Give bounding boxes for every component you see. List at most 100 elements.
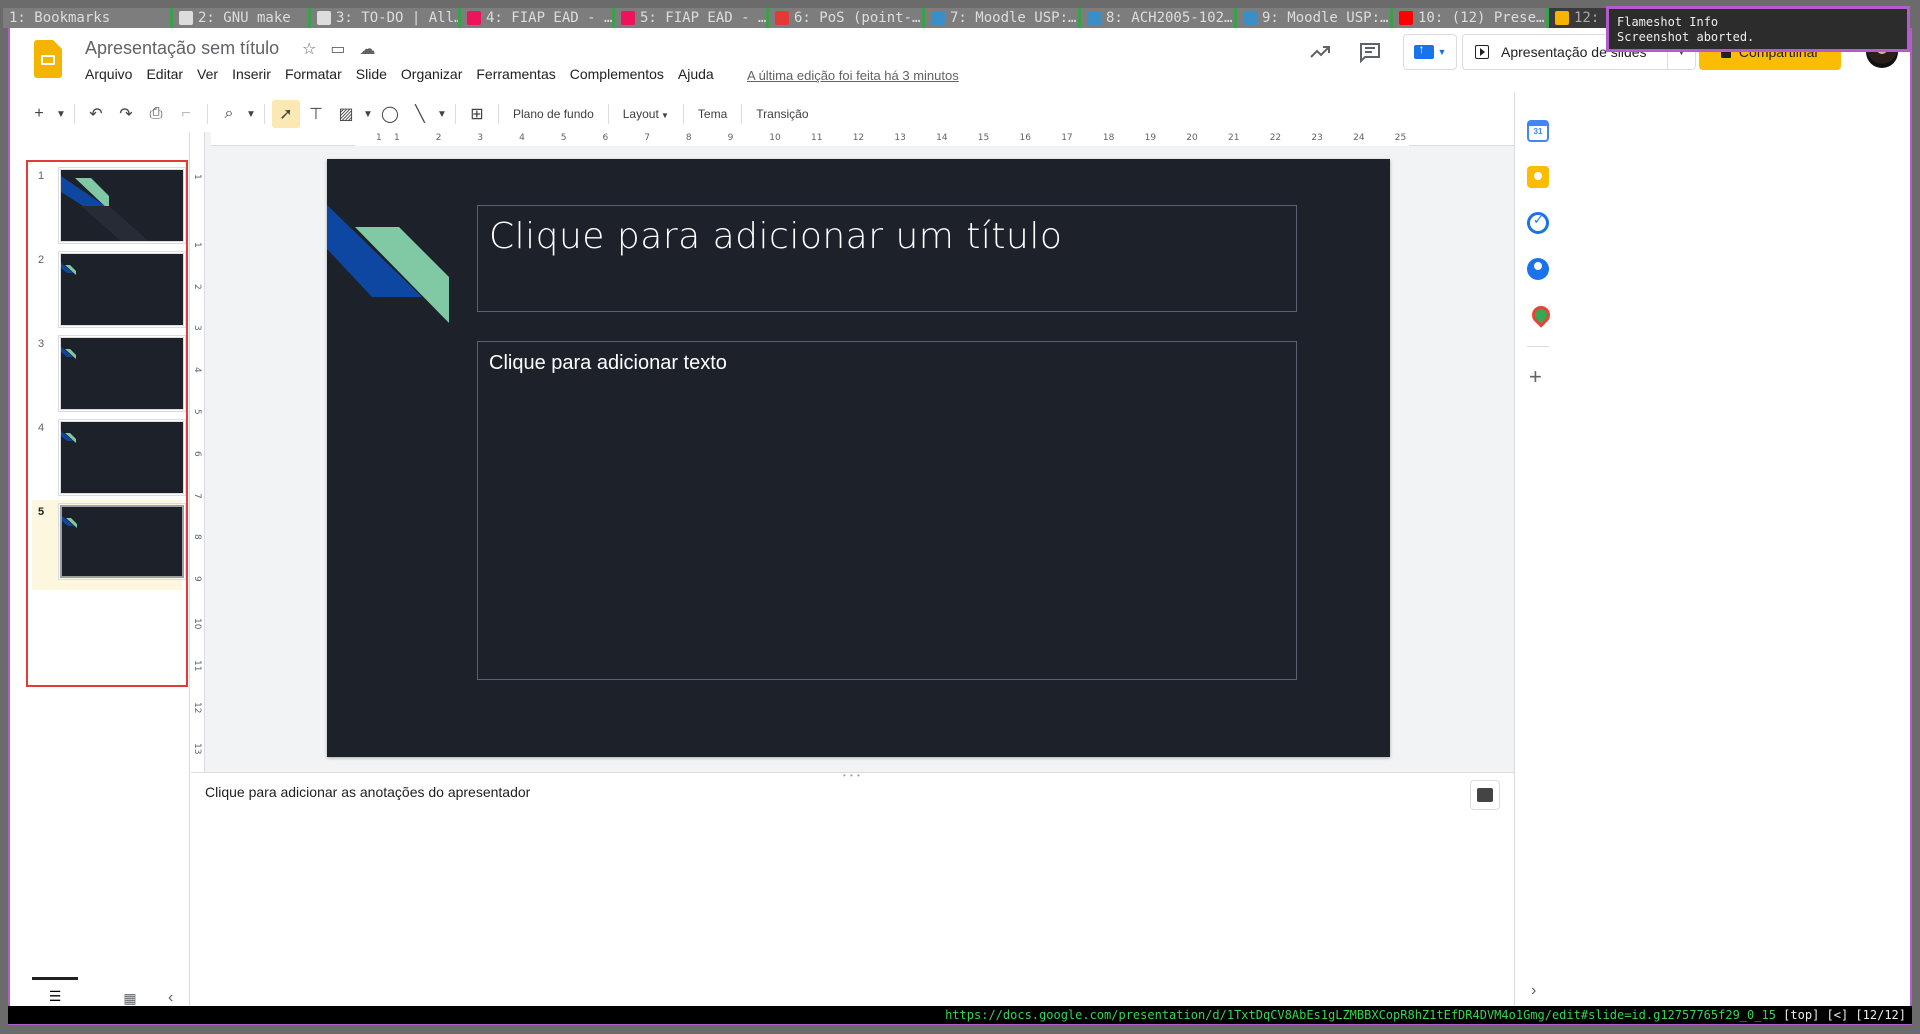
wm-tab[interactable]: 8: ACH2005-102… bbox=[1078, 8, 1234, 28]
maps-icon[interactable] bbox=[1527, 304, 1549, 326]
add-addon-icon[interactable]: + bbox=[1529, 364, 1542, 390]
move-folder-icon[interactable]: ▭ bbox=[330, 39, 345, 59]
menu-arquivo[interactable]: Arquivo bbox=[85, 66, 139, 82]
ruler-tick-label: 9 bbox=[727, 133, 734, 143]
ruler-tick-label: 1 bbox=[192, 174, 202, 180]
background-button[interactable]: Plano de fundo bbox=[505, 107, 602, 121]
paint-format-icon[interactable]: ⌐ bbox=[172, 100, 200, 128]
ruler-tick-label: 20 bbox=[1186, 133, 1198, 143]
thumbnail-accent bbox=[61, 176, 149, 241]
transition-button[interactable]: Transição bbox=[748, 107, 816, 121]
wm-tab[interactable]: 6: PoS (point-… bbox=[766, 8, 922, 28]
wm-tab[interactable]: 7: Moodle USP:… bbox=[922, 8, 1078, 28]
flameshot-message: Screenshot aborted. bbox=[1617, 30, 1755, 44]
menu-ferramentas[interactable]: Ferramentas bbox=[469, 66, 562, 82]
wm-tab[interactable]: 3: TO-DO | All… bbox=[308, 8, 458, 28]
menu-editar[interactable]: Editar bbox=[139, 66, 190, 82]
title-placeholder-box[interactable]: Clique para adicionar um título bbox=[477, 205, 1297, 312]
menu-ver[interactable]: Ver bbox=[190, 66, 225, 82]
cloud-status-icon[interactable]: ☁ bbox=[359, 39, 375, 59]
ruler-tick-label: 7 bbox=[192, 492, 202, 499]
vertical-ruler[interactable]: 11234567891011121314 bbox=[191, 132, 205, 797]
menu-slide[interactable]: Slide bbox=[349, 66, 394, 82]
theme-button[interactable]: Tema bbox=[690, 107, 735, 121]
ruler-tick-label: 8 bbox=[685, 133, 692, 143]
ruler-tick-label: 24 bbox=[1353, 133, 1365, 143]
present-to-meeting-button[interactable]: ▼ bbox=[1403, 34, 1457, 70]
ruler-tick-label: 18 bbox=[1102, 133, 1115, 143]
ruler-tick-label: 11 bbox=[811, 133, 823, 143]
calendar-icon[interactable]: 31 bbox=[1527, 120, 1549, 142]
ruler-tick-label: 14 bbox=[936, 133, 948, 143]
wm-tab-label: 7: Moodle USP:… bbox=[950, 10, 1077, 26]
toolbar-divider bbox=[264, 104, 265, 124]
zoom-dropdown-icon[interactable]: ▼ bbox=[245, 100, 257, 128]
print-icon[interactable]: ⎙ bbox=[142, 100, 170, 128]
line-dropdown-icon[interactable]: ▼ bbox=[436, 100, 448, 128]
wm-tab[interactable]: 10: (12) Prese… bbox=[1390, 8, 1546, 28]
document-title[interactable]: Apresentação sem título bbox=[85, 38, 279, 59]
menu-inserir[interactable]: Inserir bbox=[225, 66, 278, 82]
chevron-right-icon[interactable]: › bbox=[1531, 982, 1536, 1000]
tab-favicon-icon bbox=[931, 11, 945, 25]
text-box-icon[interactable]: ⊤ bbox=[302, 100, 330, 128]
toolbar-divider bbox=[682, 104, 684, 124]
comment-history-icon[interactable] bbox=[1358, 40, 1382, 64]
wm-tab[interactable]: 9: Moodle USP:… bbox=[1234, 8, 1390, 28]
slide-thumbnail[interactable]: 2 bbox=[32, 248, 186, 338]
slide-filmstrip: 12345 ☰ ▦ ‹ bbox=[10, 132, 190, 1023]
keep-icon[interactable] bbox=[1527, 166, 1549, 188]
horizontal-ruler[interactable]: 1 1 2 3 4 5 6 7 8 9 10 11 12 13 14 15 16 17 18 19 20 21 22 23 24… bbox=[211, 132, 1514, 146]
current-slide[interactable]: Clique para adicionar um título Clique p… bbox=[327, 159, 1390, 757]
notes-placeholder: Clique para adicionar as anotações do ap… bbox=[205, 784, 531, 800]
explore-button[interactable] bbox=[1470, 780, 1500, 810]
star-icon[interactable]: ☆ bbox=[302, 39, 316, 59]
ruler-tick-label: 3 bbox=[477, 133, 484, 143]
menu-organizar[interactable]: Organizar bbox=[394, 66, 469, 82]
ruler-tick-label: 12 bbox=[852, 133, 865, 143]
line-icon[interactable]: ╲ bbox=[406, 100, 434, 128]
tab-favicon-icon bbox=[1243, 11, 1257, 25]
redo-icon[interactable]: ↷ bbox=[112, 100, 140, 128]
layout-button[interactable]: Layout ▼ bbox=[615, 107, 677, 121]
contacts-icon[interactable] bbox=[1527, 258, 1549, 280]
last-edit-link[interactable]: A última edição foi feita há 3 minutos bbox=[747, 68, 959, 83]
menu-complementos[interactable]: Complementos bbox=[563, 66, 671, 82]
slide-number: 3 bbox=[38, 338, 45, 350]
new-slide-dropdown-icon[interactable]: ▼ bbox=[55, 100, 67, 128]
thumbnail-preview bbox=[58, 335, 186, 412]
add-comment-icon[interactable]: ⊞ bbox=[463, 100, 491, 128]
ruler-tick-label: 7 bbox=[644, 133, 650, 143]
slide-thumbnail[interactable]: 5 bbox=[32, 500, 186, 590]
activity-trend-icon[interactable] bbox=[1308, 40, 1332, 64]
undo-icon[interactable]: ↶ bbox=[82, 100, 110, 128]
slide-thumbnail[interactable]: 3 bbox=[32, 332, 186, 422]
wm-tab[interactable]: 4: FIAP EAD - … bbox=[458, 8, 612, 28]
image-icon[interactable]: ▨ bbox=[332, 100, 360, 128]
tasks-icon[interactable] bbox=[1527, 212, 1549, 234]
thumbnail-preview bbox=[58, 503, 186, 580]
ruler-tick-label: 25 bbox=[1394, 133, 1407, 143]
wm-tab[interactable]: 2: GNU make bbox=[170, 8, 308, 28]
play-slideshow-icon bbox=[1475, 45, 1489, 59]
ruler-tick-label: 8 bbox=[192, 534, 202, 541]
body-placeholder-box[interactable]: Clique para adicionar texto bbox=[477, 341, 1297, 680]
ruler-tick-label: 2 bbox=[192, 283, 202, 290]
present-upload-icon bbox=[1413, 42, 1434, 59]
slide-thumbnail[interactable]: 1 bbox=[32, 164, 186, 254]
slide-thumbnail[interactable]: 4 bbox=[32, 416, 186, 506]
body-placeholder: Clique para adicionar texto bbox=[489, 352, 727, 374]
select-cursor-icon[interactable]: ➚ bbox=[272, 100, 300, 128]
thumbnail-accent bbox=[61, 431, 76, 443]
menu-formatar[interactable]: Formatar bbox=[278, 66, 349, 82]
ruler-tick-label: 2 bbox=[435, 133, 442, 143]
wm-tab[interactable]: 5: FIAP EAD - … bbox=[612, 8, 766, 28]
zoom-icon[interactable]: ⌕ bbox=[215, 100, 243, 128]
new-slide-icon[interactable]: + bbox=[25, 100, 53, 128]
menu-ajuda[interactable]: Ajuda bbox=[671, 66, 721, 82]
shape-icon[interactable]: ◯ bbox=[376, 100, 404, 128]
wm-tab[interactable]: 1: Bookmarks bbox=[0, 8, 170, 28]
slides-logo-icon[interactable] bbox=[34, 40, 62, 78]
image-dropdown-icon[interactable]: ▼ bbox=[362, 100, 374, 128]
speaker-notes[interactable]: Clique para adicionar as anotações do ap… bbox=[191, 778, 1514, 1023]
